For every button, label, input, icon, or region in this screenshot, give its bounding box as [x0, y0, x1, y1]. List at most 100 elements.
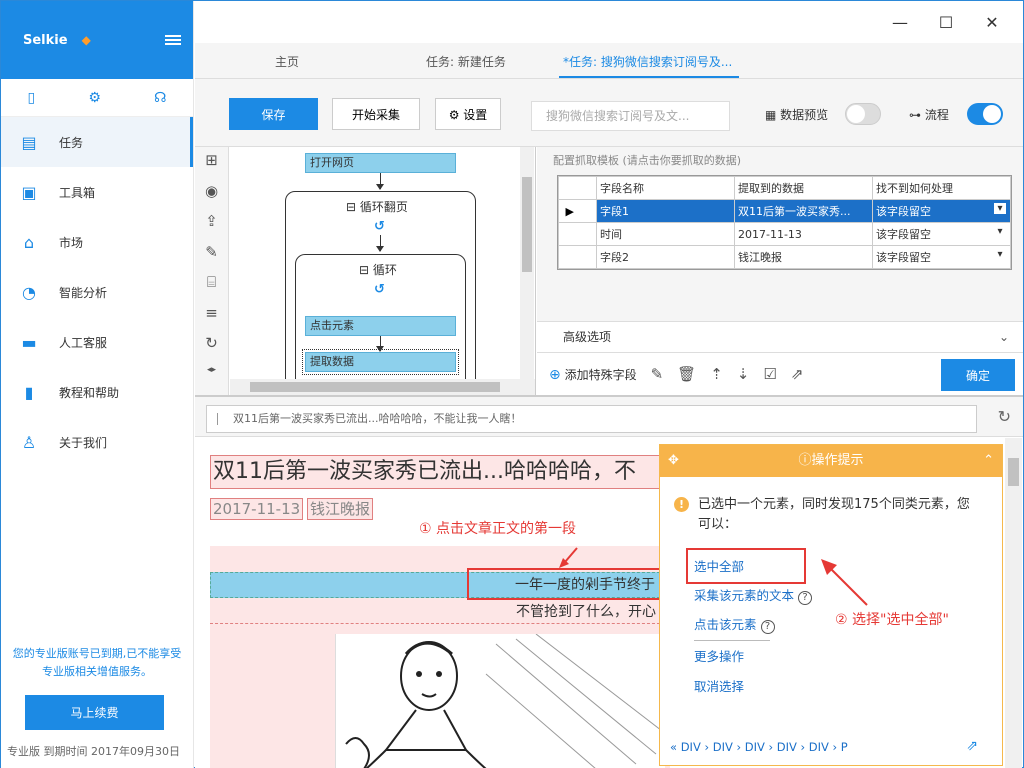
tab-new-task[interactable]: 任务: 新建任务 [426, 53, 506, 70]
move-icon[interactable]: ✥ [668, 445, 679, 477]
article-date[interactable]: 2017-11-13 [210, 498, 304, 520]
title-bar: — ☐ ✕ [195, 1, 1023, 43]
article-source[interactable]: 钱江晚报 [307, 498, 374, 520]
article-image[interactable] [335, 633, 667, 768]
loop-cycle-icon: ↺ [374, 282, 385, 297]
advanced-options-toggle[interactable]: 高级选项 ⌄ [537, 321, 1023, 353]
collect-text-link[interactable]: 采集该元素的文本? [694, 585, 813, 605]
move-up-icon[interactable]: ⇡ [710, 365, 723, 383]
field-value-cell[interactable]: 2017-11-13 [734, 222, 873, 246]
select-all-link[interactable]: 选中全部 [694, 556, 744, 575]
table-row[interactable]: 字段2 钱江晚报 该字段留空 [558, 245, 1011, 269]
table-row[interactable]: ▶ 字段1 双11后第一波买家秀... 该字段留空 [558, 199, 1011, 223]
field-name-cell[interactable]: 字段2 [596, 245, 735, 269]
minimize-icon[interactable]: — [877, 13, 923, 32]
mouse-icon[interactable]: ◉ [205, 182, 218, 213]
expand-icon[interactable]: ◂▸ [207, 365, 216, 396]
cancel-selection-link[interactable]: 取消选择 [694, 676, 744, 695]
step-extract-data[interactable]: 提取数据 [302, 349, 459, 375]
tab-home[interactable]: 主页 [275, 53, 299, 70]
collapse-up-icon[interactable]: ⌃ [983, 445, 994, 477]
sidebar: Selkie ◆ ▯ ⚙ ☊ ▤ 任务 ▣ 工具箱 ⌂ 市场 ◔ 智能分析 ▬ … [1, 1, 194, 768]
confirm-button[interactable]: 确定 [941, 359, 1015, 391]
gear-icon[interactable]: ⚙ [88, 90, 101, 106]
task-name-input[interactable]: 搜狗微信搜索订阅号及文... [531, 101, 730, 131]
add-step-icon[interactable]: ⊞ [205, 151, 218, 182]
renew-button[interactable]: 马上续费 [25, 695, 164, 730]
list-icon[interactable]: ≡ [205, 304, 218, 335]
field-name-cell[interactable]: 时间 [596, 222, 735, 246]
scroll-thumb[interactable] [250, 382, 500, 392]
start-collect-button[interactable]: 开始采集 [332, 98, 420, 130]
article-paragraph-2[interactable]: 不管抢到了什么，开心 [210, 600, 660, 624]
edit-icon[interactable]: ✎ [205, 243, 218, 274]
loop-icon[interactable]: ↻ [205, 334, 218, 365]
collapse-icon[interactable]: ⊟ [359, 263, 373, 277]
step-open-page[interactable]: 打开网页 [305, 153, 456, 173]
flow-toggle[interactable] [967, 103, 1003, 125]
close-icon[interactable]: ✕ [969, 13, 1015, 32]
loop-page-title: ⊟ 循环翻页 [346, 198, 408, 215]
more-actions-link[interactable]: 更多操作 [694, 646, 744, 665]
sidebar-item-task[interactable]: ▤ 任务 [1, 117, 193, 167]
data-preview-label: ▦ 数据预览 [765, 106, 828, 123]
trash-icon[interactable]: 🗑︎ [677, 365, 696, 383]
column-header: 提取到的数据 [734, 176, 873, 200]
sidebar-item-support[interactable]: ▬ 人工客服 [1, 317, 193, 367]
sidebar-item-market[interactable]: ⌂ 市场 [1, 217, 193, 267]
collapse-icon[interactable]: ⊟ [346, 200, 360, 214]
flow-vertical-scrollbar[interactable] [520, 147, 534, 379]
menu-icon[interactable] [165, 35, 181, 45]
sidebar-item-label: 市场 [59, 235, 84, 250]
sidebar-item-label: 任务 [59, 135, 84, 150]
headset-icon[interactable]: ☊ [154, 90, 166, 106]
flow-tool-column: ⊞ ◉ ⇪ ✎ ⌸ ≡ ↻ ◂▸ [195, 147, 229, 395]
element-path-text[interactable]: « DIV › DIV › DIV › DIV › DIV › P [670, 740, 848, 754]
scroll-thumb[interactable] [522, 177, 532, 272]
step-click-element[interactable]: 点击元素 [305, 316, 456, 336]
clipboard-icon[interactable]: ▯ [28, 90, 36, 106]
config-title: 配置抓取模板 (请点击你要抓取的数据) [553, 154, 742, 167]
data-preview-toggle[interactable] [845, 103, 881, 125]
rename-field-icon[interactable]: ✎ [651, 365, 664, 383]
settings-button[interactable]: ⚙ 设置 [435, 98, 501, 130]
refresh-icon[interactable]: ↻ [998, 407, 1011, 426]
export-icon[interactable]: ⇪ [205, 212, 218, 243]
url-input[interactable]: 双11后第一波买家秀已流出...哈哈哈哈，不能让我一人瞎！ [206, 405, 977, 433]
field-value-cell[interactable]: 双11后第一波买家秀... [734, 199, 873, 223]
flow-canvas: 打开网页 ⊟ 循环翻页 ↺ ⊟ 循环 ↺ 点击元素 提取数据 [230, 147, 536, 395]
sidebar-item-help[interactable]: ▮ 教程和帮助 [1, 367, 193, 417]
tab-bar: 主页 任务: 新建任务 *任务: 搜狗微信搜索订阅号及... [195, 43, 1023, 79]
field-handle-select[interactable]: 该字段留空 [872, 222, 1011, 246]
field-handle-select[interactable]: 该字段留空 [872, 245, 1011, 269]
open-external-icon[interactable]: ⇗ [966, 738, 978, 754]
gear-icon: ⚙ [448, 107, 464, 122]
sidebar-quick-icons: ▯ ⚙ ☊ [1, 79, 193, 117]
annotation-step-2: ② 选择"选中全部" [835, 612, 949, 628]
move-down-icon[interactable]: ⇣ [737, 365, 750, 383]
field-name-cell[interactable]: 字段1 [596, 199, 735, 223]
scroll-thumb[interactable] [1008, 458, 1019, 486]
field-value-cell[interactable]: 钱江晚报 [734, 245, 873, 269]
page-vertical-scrollbar[interactable] [1005, 438, 1022, 768]
maximize-icon[interactable]: ☐ [923, 13, 969, 32]
tab-current-task[interactable]: *任务: 搜狗微信搜索订阅号及... [563, 53, 732, 70]
sidebar-item-toolbox[interactable]: ▣ 工具箱 [1, 167, 193, 217]
loop-page-label: 循环翻页 [359, 200, 408, 214]
capture-icon[interactable]: ⌸ [207, 273, 216, 304]
column-header: 字段名称 [596, 176, 735, 200]
flow-horizontal-scrollbar[interactable] [230, 379, 535, 395]
help-icon[interactable]: ? [760, 620, 775, 634]
sidebar-item-analysis[interactable]: ◔ 智能分析 [1, 267, 193, 317]
save-button[interactable]: 保存 [229, 98, 318, 130]
add-special-field-button[interactable]: ⊕ 添加特殊字段 [549, 366, 637, 383]
check-edit-icon[interactable]: ☑ [763, 365, 776, 383]
toolbox-icon: ▣ [21, 182, 37, 202]
sidebar-item-about[interactable]: ♙ 关于我们 [1, 417, 193, 467]
row-header-cell [558, 176, 597, 200]
open-external-icon[interactable]: ⇗ [791, 365, 804, 383]
help-icon[interactable]: ? [798, 591, 813, 605]
table-row[interactable]: 时间 2017-11-13 该字段留空 [558, 222, 1011, 246]
click-element-link[interactable]: 点击该元素? [694, 614, 775, 634]
field-handle-select[interactable]: 该字段留空 [872, 199, 1011, 223]
